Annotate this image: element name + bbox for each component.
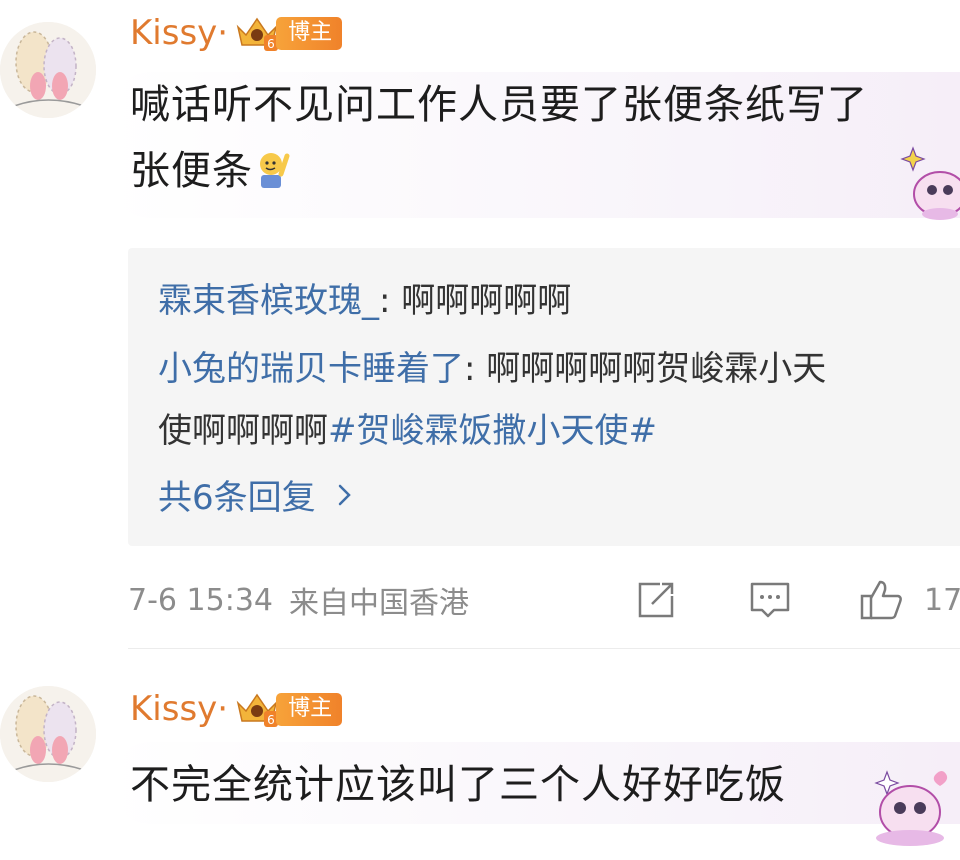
like-button[interactable]: 17 xyxy=(858,576,960,624)
thumbs-up-icon xyxy=(860,580,902,620)
crown-level-icon: 6 xyxy=(236,693,279,727)
raising-hand-emoji-icon xyxy=(260,153,290,188)
comment-text-line: 不完全统计应该叫了三个人好好吃饭 xyxy=(130,762,786,808)
chevron-right-icon xyxy=(338,484,351,505)
role-badge: 博主 xyxy=(276,16,343,50)
reply-text: 啊啊啊啊啊 xyxy=(401,281,572,321)
reply-text: 啊啊啊啊啊贺峻霖小天 xyxy=(486,349,827,389)
comment-header: Kissy· 6 博主 xyxy=(130,8,343,58)
svg-text:6: 6 xyxy=(267,713,275,727)
reply-item[interactable]: 霖束香槟玫瑰_: 啊啊啊啊啊 xyxy=(158,270,571,332)
reply-text: 使啊啊啊啊 xyxy=(158,411,328,451)
panda-sticker-icon xyxy=(900,146,960,220)
reply-preview-box[interactable]: 霖束香槟玫瑰_: 啊啊啊啊啊 小兔的瑞贝卡睡着了: 啊啊啊啊啊贺峻霖小天 使啊啊… xyxy=(128,248,960,546)
comment-text: 喊话听不见问工作人员要了张便条纸写了 张便条 xyxy=(130,72,868,204)
panda-sticker-icon xyxy=(874,770,948,846)
like-count: 17 xyxy=(924,582,960,618)
comment-text-line: 喊话听不见问工作人员要了张便条纸写了 xyxy=(130,82,868,128)
reply-separator: : xyxy=(379,281,402,321)
reply-username[interactable]: 霖束香槟玫瑰_ xyxy=(158,281,379,321)
view-more-replies-link[interactable]: 共6条回复 xyxy=(158,470,360,519)
comment-item: Kissy· 6 博主 喊话听不见问工作人员要了张便条纸写了 张便条 霖束香槟玫… xyxy=(0,0,960,650)
comment-icon xyxy=(750,582,790,618)
user-badges: 6 博主 xyxy=(234,689,343,729)
share-icon xyxy=(638,582,674,618)
comment-text: 不完全统计应该叫了三个人好好吃饭 xyxy=(130,752,786,818)
hashtag-link[interactable]: #贺峻霖饭撒小天使# xyxy=(328,411,657,451)
username[interactable]: Kissy· xyxy=(130,16,228,50)
reply-separator: : xyxy=(464,349,487,389)
crown-level-icon: 6 xyxy=(236,17,279,51)
timestamp: 7-6 15:34 xyxy=(128,582,273,618)
svg-text:6: 6 xyxy=(267,37,275,51)
divider xyxy=(128,648,960,649)
comment-header: Kissy· 6 博主 xyxy=(130,684,343,734)
avatar[interactable] xyxy=(0,22,96,118)
username[interactable]: Kissy· xyxy=(130,692,228,726)
avatar[interactable] xyxy=(0,686,96,782)
reply-item[interactable]: 小兔的瑞贝卡睡着了: 啊啊啊啊啊贺峻霖小天 使啊啊啊啊#贺峻霖饭撒小天使# xyxy=(158,338,826,462)
comment-item: Kissy· 6 博主 不完全统计应该叫了三个人好好吃饭 xyxy=(0,650,960,860)
user-badges: 6 博主 xyxy=(234,13,343,53)
share-button[interactable] xyxy=(634,578,678,622)
reply-username[interactable]: 小兔的瑞贝卡睡着了 xyxy=(158,349,464,389)
comment-meta-row: 7-6 15:34 来自中国香港 17 xyxy=(128,578,960,622)
more-replies-label: 共6条回复 xyxy=(158,478,316,518)
location: 来自中国香港 xyxy=(289,586,469,621)
role-badge: 博主 xyxy=(276,692,343,726)
comment-button[interactable] xyxy=(748,578,792,622)
comment-text-line: 张便条 xyxy=(130,148,253,194)
